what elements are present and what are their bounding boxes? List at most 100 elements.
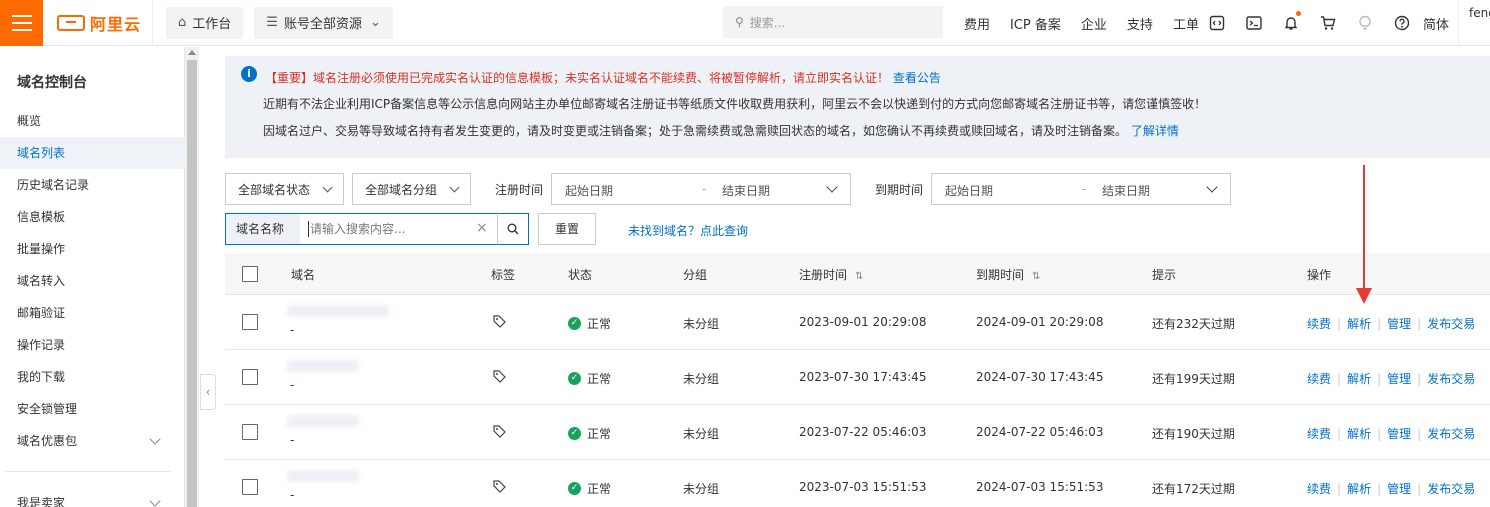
table-row: - ✓ 正常 未分组 2023-07-30 17:43:45 2024-07-30… — [225, 350, 1490, 405]
col-domain: 域名 — [291, 268, 316, 282]
manage-link[interactable]: 管理 — [1387, 482, 1411, 496]
domain-name-redacted[interactable] — [287, 305, 389, 317]
sidebar-item-security-lock[interactable]: 安全锁管理 — [0, 393, 185, 425]
sidebar-item-batch[interactable]: 批量操作 — [0, 233, 185, 265]
check-circle-icon: ✓ — [568, 372, 581, 385]
chevron-down-icon — [1206, 181, 1218, 193]
scroll-up-arrow-icon[interactable] — [188, 50, 196, 55]
global-search-input[interactable]: ⚲ 搜索... — [723, 6, 943, 38]
row-checkbox[interactable] — [242, 479, 258, 495]
sidebar-item-seller[interactable]: 我是卖家 — [0, 487, 185, 507]
select-all-checkbox[interactable] — [242, 266, 258, 282]
sidebar-item-overview[interactable]: 概览 — [0, 105, 185, 137]
col-status: 状态 — [568, 268, 593, 282]
domain-name-redacted[interactable] — [287, 360, 359, 372]
top-link-support[interactable]: 支持 — [1127, 14, 1153, 33]
cart-icon[interactable] — [1319, 14, 1337, 32]
search-field-select[interactable]: 域名名称 — [226, 214, 300, 244]
manage-link[interactable]: 管理 — [1387, 317, 1411, 331]
col-ops: 操作 — [1307, 268, 1332, 282]
chevron-down-icon — [149, 433, 161, 445]
bell-icon[interactable] — [1282, 11, 1301, 32]
col-group: 分组 — [683, 268, 708, 282]
top-link-enterprise[interactable]: 企业 — [1081, 14, 1107, 33]
lightbulb-icon[interactable] — [1356, 14, 1374, 32]
sidebar-item-templates[interactable]: 信息模板 — [0, 201, 185, 233]
sidebar-item-operation-log[interactable]: 操作记录 — [0, 329, 185, 361]
sidebar-item-email-verify[interactable]: 邮箱验证 — [0, 297, 185, 329]
sidebar-scroll-thumb[interactable] — [187, 60, 197, 507]
info-icon: i — [241, 66, 257, 82]
reset-button[interactable]: 重置 — [538, 213, 596, 245]
manage-link[interactable]: 管理 — [1387, 372, 1411, 386]
aliyun-logo-icon — [57, 14, 85, 31]
search-submit-button[interactable] — [497, 213, 529, 245]
tag-icon[interactable] — [493, 425, 506, 441]
publish-trade-link[interactable]: 发布交易 — [1427, 427, 1475, 441]
renew-link[interactable]: 续费 — [1307, 372, 1331, 386]
search-icon: ⚲ — [735, 15, 744, 29]
table-header: 域名 标签 状态 分组 注册时间 ⇅ 到期时间 ⇅ 提示 操作 — [225, 253, 1490, 295]
code-icon[interactable] — [1208, 14, 1226, 32]
renew-link[interactable]: 续费 — [1307, 317, 1331, 331]
domain-name-redacted[interactable] — [287, 470, 359, 482]
sidebar-collapse-button[interactable]: ‹ — [200, 374, 216, 410]
check-circle-icon: ✓ — [568, 317, 581, 330]
dns-resolve-link[interactable]: 解析 — [1347, 372, 1371, 386]
clear-icon[interactable]: × — [476, 220, 488, 236]
exp-date-range-picker[interactable]: 起始日期 - 结束日期 — [931, 173, 1231, 205]
tag-icon[interactable] — [493, 480, 506, 496]
terminal-icon[interactable] — [1245, 14, 1263, 32]
sort-icon: ⇅ — [1032, 271, 1041, 282]
chevron-down-icon — [149, 495, 161, 507]
top-link-icp[interactable]: ICP 备案 — [1010, 14, 1061, 33]
renew-link[interactable]: 续费 — [1307, 482, 1331, 496]
hamburger-menu-button[interactable] — [0, 0, 43, 46]
domain-status-select[interactable]: 全部域名状态 — [225, 173, 344, 205]
top-link-ticket[interactable]: 工单 — [1173, 14, 1199, 33]
publish-trade-link[interactable]: 发布交易 — [1427, 482, 1475, 496]
row-checkbox[interactable] — [242, 424, 258, 440]
row-actions: 续费 | 解析 | 管理 | 发布交易 — [1307, 317, 1476, 331]
domain-not-found-link[interactable]: 未找到域名？点此查询 — [628, 222, 748, 239]
view-announcement-link[interactable]: 查看公告 — [893, 71, 941, 85]
reg-time-label: 注册时间 — [495, 183, 544, 197]
aliyun-logo[interactable]: 阿里云 — [43, 0, 153, 46]
domain-name-redacted[interactable] — [287, 415, 359, 427]
top-links: 费用 ICP 备案 企业 支持 工单 — [964, 0, 1219, 46]
sidebar-title: 域名控制台 — [17, 75, 87, 91]
domain-search-input[interactable] — [310, 219, 470, 239]
row-checkbox[interactable] — [242, 369, 258, 385]
resources-dropdown[interactable]: ☰ 账号全部资源 ⌄ — [254, 6, 393, 39]
dns-resolve-link[interactable]: 解析 — [1347, 317, 1371, 331]
manage-link[interactable]: 管理 — [1387, 427, 1411, 441]
table-row: - ✓ 正常 未分组 2023-09-01 20:29:08 2024-09-01… — [225, 295, 1490, 350]
tag-icon[interactable] — [493, 370, 506, 386]
col-reg-time[interactable]: 注册时间 ⇅ — [799, 266, 863, 283]
dns-resolve-link[interactable]: 解析 — [1347, 482, 1371, 496]
domain-group-select[interactable]: 全部域名分组 — [352, 173, 471, 205]
sidebar-item-discount-pack[interactable]: 域名优惠包 — [0, 425, 185, 457]
col-hint: 提示 — [1152, 268, 1177, 282]
user-menu[interactable]: feng — [1458, 0, 1490, 46]
reg-date-range-picker[interactable]: 起始日期 - 结束日期 — [551, 173, 851, 205]
table-row: - ✓ 正常 未分组 2023-07-03 15:51:53 2024-07-03… — [225, 460, 1490, 507]
learn-more-link[interactable]: 了解详情 — [1131, 124, 1179, 138]
col-exp-time[interactable]: 到期时间 ⇅ — [976, 266, 1040, 283]
workbench-button[interactable]: ⌂ 工作台 — [166, 6, 244, 39]
language-switch[interactable]: 简体 — [1423, 14, 1449, 33]
row-checkbox[interactable] — [242, 314, 258, 330]
dns-resolve-link[interactable]: 解析 — [1347, 427, 1371, 441]
chevron-down-icon — [826, 181, 838, 193]
help-icon[interactable] — [1393, 14, 1411, 32]
publish-trade-link[interactable]: 发布交易 — [1427, 317, 1475, 331]
sidebar-item-downloads[interactable]: 我的下载 — [0, 361, 185, 393]
top-link-billing[interactable]: 费用 — [964, 14, 990, 33]
sidebar-item-domain-list[interactable]: 域名列表 — [0, 137, 185, 169]
sidebar-item-history[interactable]: 历史域名记录 — [0, 169, 185, 201]
renew-link[interactable]: 续费 — [1307, 427, 1331, 441]
table-row: - ✓ 正常 未分组 2023-07-22 05:46:03 2024-07-22… — [225, 405, 1490, 460]
sidebar-item-transfer-in[interactable]: 域名转入 — [0, 265, 185, 297]
tag-icon[interactable] — [493, 315, 506, 331]
publish-trade-link[interactable]: 发布交易 — [1427, 372, 1475, 386]
